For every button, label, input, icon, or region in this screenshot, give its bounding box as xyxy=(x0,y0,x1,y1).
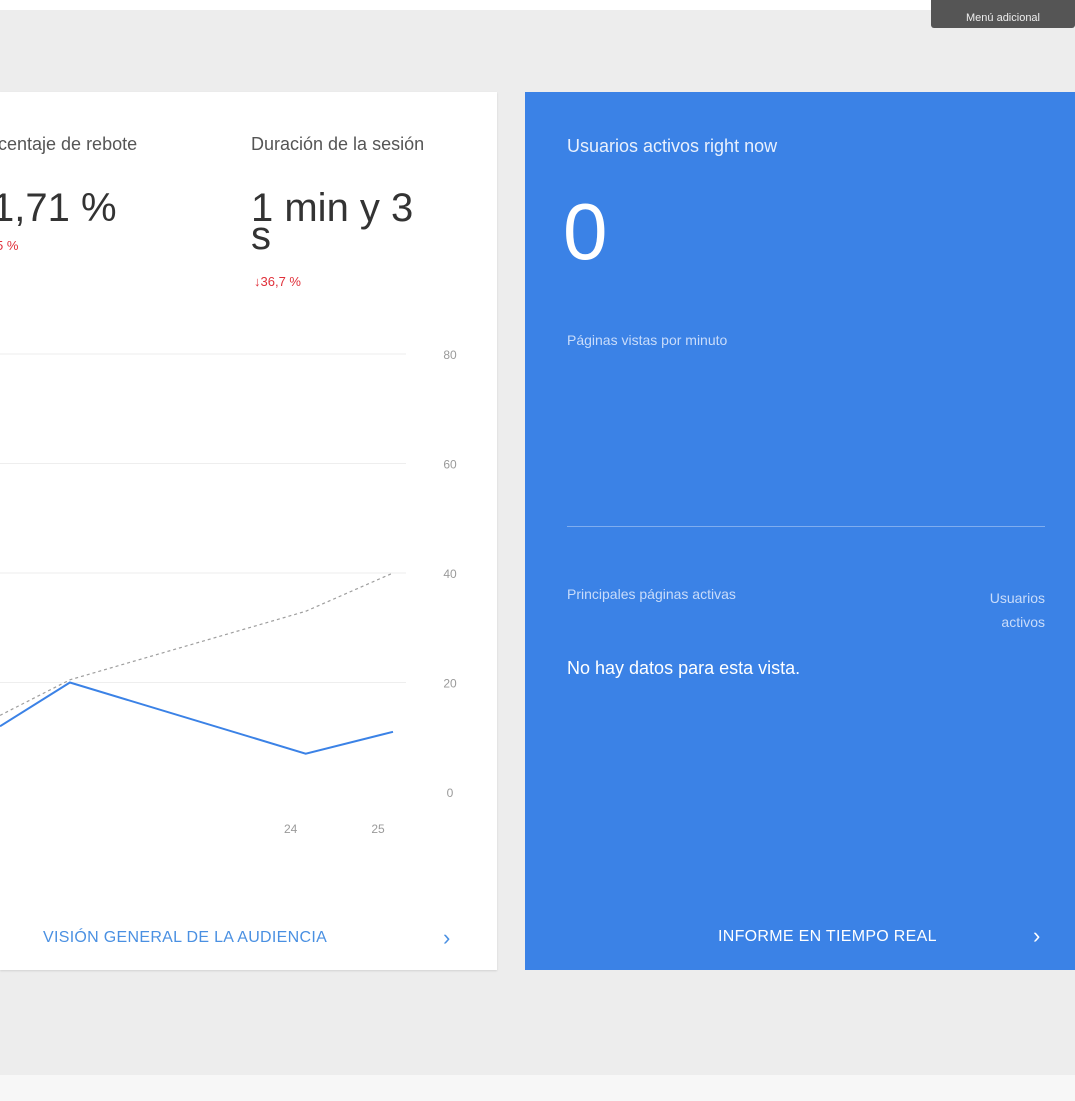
y-tick-label: 60 xyxy=(443,458,457,472)
chevron-right-icon[interactable]: › xyxy=(1033,923,1040,949)
delta-text: 36,7 % xyxy=(260,274,301,289)
chevron-right-icon[interactable]: › xyxy=(443,925,450,951)
y-axis-ticks: 80 60 40 20 0 xyxy=(443,348,457,800)
session-duration-value: 1 min y 3 s xyxy=(251,188,413,256)
series-line-current xyxy=(0,681,394,755)
delta-text: 5 % xyxy=(0,238,19,253)
realtime-title: Usuarios activos right now xyxy=(567,136,778,156)
y-tick-label: 0 xyxy=(447,786,454,800)
pageviews-per-minute-label: Páginas vistas por minuto xyxy=(567,332,728,348)
series-line-comparison xyxy=(0,572,394,716)
audience-overview-link[interactable]: VISIÓN GENERAL DE LA AUDIENCIA xyxy=(43,929,327,947)
bounce-rate-delta: 5 % xyxy=(0,238,18,253)
y-tick-label: 40 xyxy=(443,567,457,581)
empty-state-message: No hay datos para esta vista. xyxy=(567,658,801,678)
x-axis-ticks: 24 25 xyxy=(284,822,385,836)
page-bottom xyxy=(0,1075,1075,1101)
x-tick-label: 25 xyxy=(371,822,385,836)
top-active-pages-header: Principales páginas activas xyxy=(567,586,736,602)
bounce-rate-label: centaje de rebote xyxy=(0,134,138,154)
chart-grid xyxy=(0,353,406,683)
realtime-card: Usuarios activos right now 0 Páginas vis… xyxy=(525,92,1075,970)
session-duration-value-line1: 1 min y 3 xyxy=(251,186,414,230)
y-tick-label: 80 xyxy=(443,348,457,362)
active-users-header: Usuarios activos xyxy=(989,590,1045,630)
top-bar xyxy=(0,0,1075,10)
sessions-line-chart: 80 60 40 20 0 24 25 xyxy=(0,348,457,836)
y-tick-label: 20 xyxy=(443,677,457,691)
more-menu-tooltip: Menú adicional xyxy=(931,0,1075,28)
session-duration-label: Duración de la sesión xyxy=(251,134,425,154)
session-duration-delta: ↓36,7 % xyxy=(254,274,301,289)
realtime-report-link[interactable]: INFORME EN TIEMPO REAL xyxy=(718,928,937,946)
active-users-count: 0 xyxy=(563,187,608,276)
x-tick-label: 24 xyxy=(284,822,298,836)
chart-series xyxy=(0,572,394,755)
divider xyxy=(567,526,1045,527)
bounce-rate-value: 1,71 % xyxy=(0,186,117,230)
